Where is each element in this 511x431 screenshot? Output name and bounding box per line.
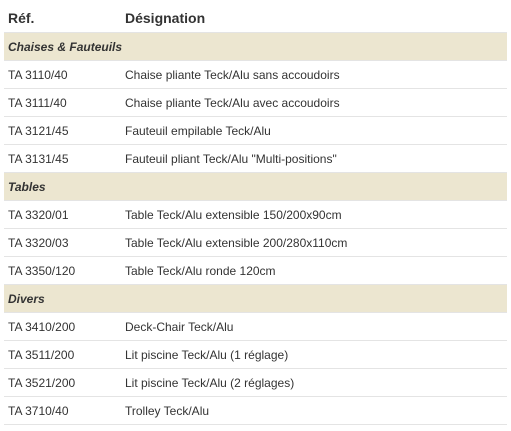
cell-designation: Table Teck/Alu ronde 120cm [121,256,507,285]
table-row: TA 3110/40 Chaise pliante Teck/Alu sans … [4,60,507,89]
header-designation: Désignation [121,4,507,33]
category-label: Tables [4,172,507,201]
cell-ref: TA 3511/200 [4,340,121,369]
cell-ref: TA 3521/200 [4,368,121,397]
table-row: TA 3121/45 Fauteuil empilable Teck/Alu [4,116,507,145]
cell-designation: Deck-Chair Teck/Alu [121,312,507,341]
cell-designation: Fauteuil empilable Teck/Alu [121,116,507,145]
category-label: Chaises & Fauteuils [4,32,507,61]
table-row: TA 3111/40 Chaise pliante Teck/Alu avec … [4,88,507,117]
cell-ref: TA 3110/40 [4,60,121,89]
cell-designation: Chaise pliante Teck/Alu avec accoudoirs [121,88,507,117]
category-row: Divers [4,284,507,313]
table-row: TA 3410/200 Deck-Chair Teck/Alu [4,312,507,341]
category-row: Tables [4,172,507,201]
cell-designation: Table Teck/Alu extensible 200/280x110cm [121,228,507,257]
cell-designation: Chaise pliante Teck/Alu sans accoudoirs [121,60,507,89]
cell-designation: Trolley Teck/Alu [121,396,507,425]
product-table: Réf. Désignation Chaises & Fauteuils TA … [4,4,507,425]
cell-ref: TA 3131/45 [4,144,121,173]
table-row: TA 3511/200 Lit piscine Teck/Alu (1 régl… [4,340,507,369]
cell-ref: TA 3121/45 [4,116,121,145]
table-row: TA 3320/01 Table Teck/Alu extensible 150… [4,200,507,229]
table-row: TA 3131/45 Fauteuil pliant Teck/Alu "Mul… [4,144,507,173]
table-row: TA 3320/03 Table Teck/Alu extensible 200… [4,228,507,257]
cell-designation: Fauteuil pliant Teck/Alu "Multi-position… [121,144,507,173]
cell-ref: TA 3410/200 [4,312,121,341]
table-row: TA 3521/200 Lit piscine Teck/Alu (2 régl… [4,368,507,397]
header-row: Réf. Désignation [4,4,507,33]
cell-ref: TA 3320/01 [4,200,121,229]
table-row: TA 3710/40 Trolley Teck/Alu [4,396,507,425]
cell-ref: TA 3350/120 [4,256,121,285]
cell-ref: TA 3320/03 [4,228,121,257]
page: Réf. Désignation Chaises & Fauteuils TA … [0,0,511,431]
cell-designation: Lit piscine Teck/Alu (2 réglages) [121,368,507,397]
cell-ref: TA 3710/40 [4,396,121,425]
header-ref: Réf. [4,4,121,33]
cell-designation: Table Teck/Alu extensible 150/200x90cm [121,200,507,229]
category-row: Chaises & Fauteuils [4,32,507,61]
cell-ref: TA 3111/40 [4,88,121,117]
category-label: Divers [4,284,507,313]
table-row: TA 3350/120 Table Teck/Alu ronde 120cm [4,256,507,285]
cell-designation: Lit piscine Teck/Alu (1 réglage) [121,340,507,369]
